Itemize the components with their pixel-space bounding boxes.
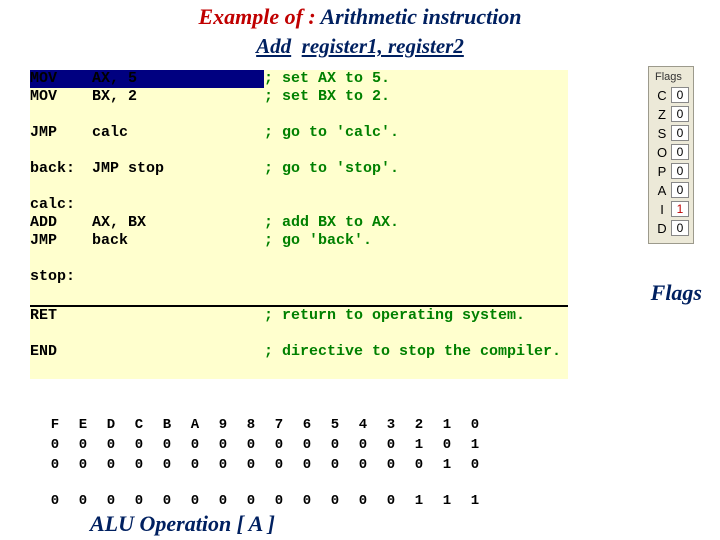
flags-panel: Flags C0Z0S0O0P0A0I1D0 [648,66,694,244]
grid-row: 0000000000000111 [42,492,488,510]
code-comment: ; go 'back'. [264,232,372,250]
flag-label: S [653,126,671,141]
code-label: back: [30,160,92,178]
flag-row: A0 [653,182,689,198]
code-comment: ; go to 'calc'. [264,124,399,142]
code-label: MOV [30,70,92,88]
flag-value: 0 [671,106,689,122]
code-comment: ; directive to stop the compiler. [264,343,561,361]
flag-value: 0 [671,87,689,103]
code-operand: AX, BX [92,214,264,232]
grid-header-row: FEDCBA9876543210 [42,416,488,434]
flag-value: 0 [671,125,689,141]
code-label: stop: [30,268,92,286]
flags-caption: Flags [651,280,702,306]
flag-row: Z0 [653,106,689,122]
code-label: JMP [30,232,92,250]
flag-label: I [653,202,671,217]
code-listing: MOVAX, 5; set AX to 5. MOVBX, 2; set BX … [30,70,568,379]
code-operand [92,343,264,361]
code-label: calc: [30,196,92,214]
title-main: Arithmetic instruction [320,4,521,29]
flag-row: O0 [653,144,689,160]
code-operand: BX, 2 [92,88,264,106]
code-comment: ; add BX to AX. [264,214,399,232]
code-operand: JMP stop [92,160,264,178]
flag-row: P0 [653,163,689,179]
flag-row: D0 [653,220,689,236]
flag-label: A [653,183,671,198]
flag-row: S0 [653,125,689,141]
subtitle-args: register1, register2 [302,34,464,58]
code-operand: AX, 5 [92,70,264,88]
grid-row: 0000000000000010 [42,456,488,474]
subtitle: Add register1, register2 [0,34,720,59]
flags-header: Flags [655,71,687,83]
flag-value: 0 [671,182,689,198]
alu-caption: ALU Operation [ A ] [90,511,275,537]
code-label: RET [30,307,92,325]
flag-label: Z [653,107,671,122]
flag-label: O [653,145,671,160]
subtitle-instr: Add [256,34,291,58]
code-comment: ; go to 'stop'. [264,160,399,178]
flag-label: D [653,221,671,236]
flag-row: C0 [653,87,689,103]
flag-value: 1 [671,201,689,217]
flag-value: 0 [671,144,689,160]
code-label: JMP [30,124,92,142]
code-label: ADD [30,214,92,232]
code-operand: calc [92,124,264,142]
flag-value: 0 [671,220,689,236]
code-operand [92,307,264,325]
code-label: END [30,343,92,361]
flag-row: I1 [653,201,689,217]
flag-label: P [653,164,671,179]
code-label: MOV [30,88,92,106]
grid-row: 0000000000000101 [42,436,488,454]
code-comment: ; set BX to 2. [264,88,390,106]
flag-value: 0 [671,163,689,179]
code-comment: ; set AX to 5. [264,70,390,88]
code-operand: back [92,232,264,250]
page-title: Example of : Arithmetic instruction [0,4,720,30]
title-prefix: Example of : [198,4,320,29]
bit-grid: FEDCBA9876543210 0000000000000101 000000… [40,414,490,512]
flag-label: C [653,88,671,103]
code-comment: ; return to operating system. [264,307,525,325]
